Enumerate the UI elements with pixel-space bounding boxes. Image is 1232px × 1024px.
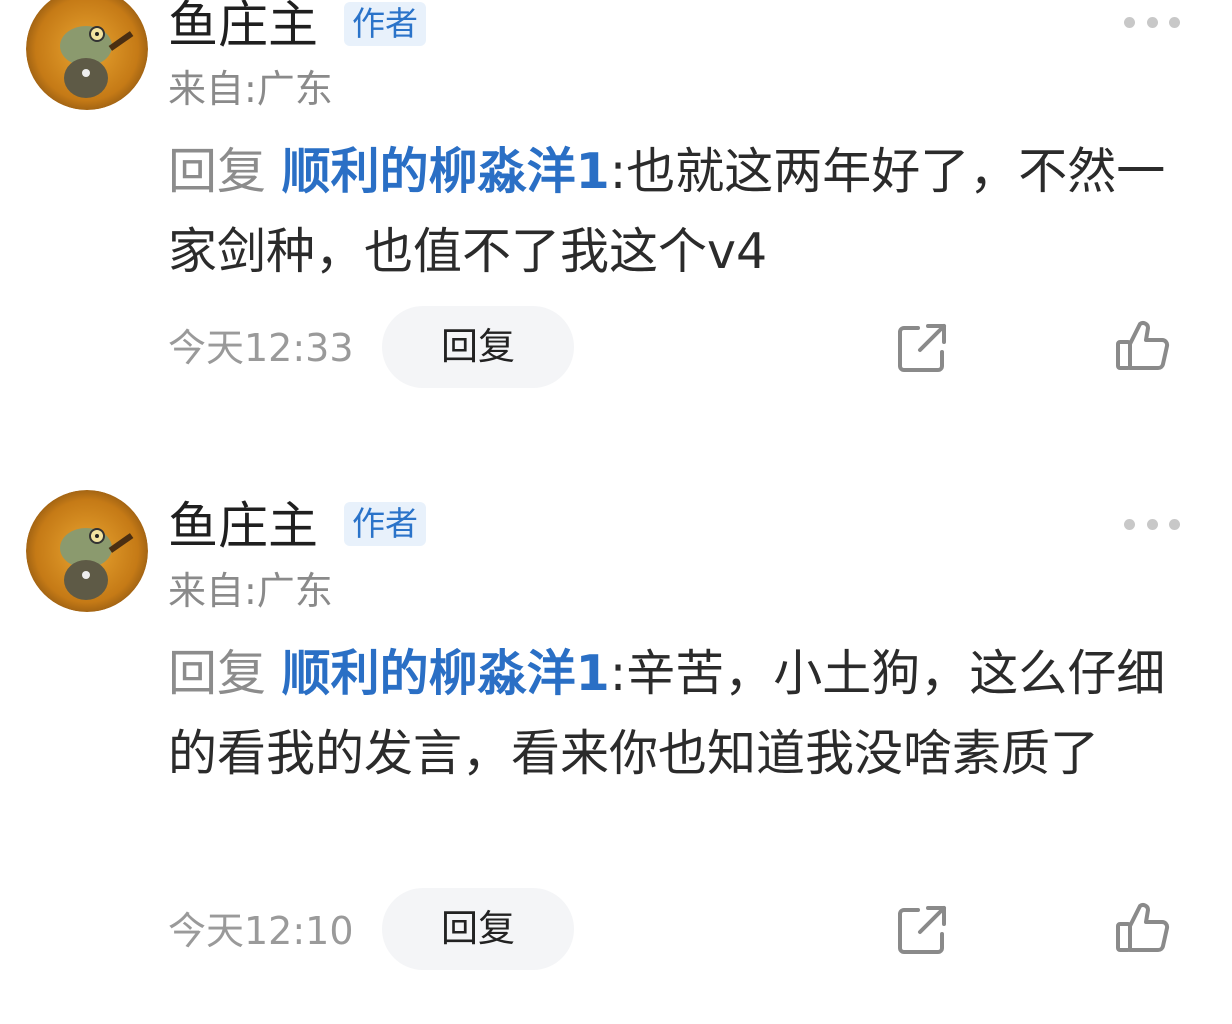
author-name[interactable]: 鱼庄主 [168, 496, 318, 556]
avatar[interactable] [26, 490, 148, 612]
reply-prefix: 回复 [168, 143, 267, 200]
mention-link[interactable]: 顺利的柳淼洋1 [282, 645, 610, 702]
more-dots-icon[interactable] [1124, 16, 1180, 28]
comment-time: 今天12:33 [168, 326, 354, 370]
avatar-image [26, 490, 148, 612]
separator: : [609, 645, 627, 702]
thumbs-up-icon[interactable] [1112, 316, 1172, 376]
comment-item: 鱼庄主 作者 来自:广东 回复 顺利的柳淼洋1:辛苦，小土狗，这么仔细的看我的发… [0, 490, 1232, 1024]
comment-item: 鱼庄主 作者 来自:广东 回复 顺利的柳淼洋1:也就这两年好了，不然一家剑种，也… [0, 0, 1232, 420]
more-dots-icon[interactable] [1124, 518, 1180, 530]
location-label: 来自:广东 [168, 67, 333, 111]
thumbs-up-icon[interactable] [1112, 898, 1172, 958]
mention-link[interactable]: 顺利的柳淼洋1 [282, 143, 610, 200]
reply-button[interactable]: 回复 [382, 306, 574, 388]
location-label: 来自:广东 [168, 569, 333, 613]
reply-prefix: 回复 [168, 645, 267, 702]
avatar-image [26, 0, 148, 110]
comment-body: 回复 顺利的柳淼洋1:也就这两年好了，不然一家剑种，也值不了我这个v4 [168, 132, 1188, 292]
avatar[interactable] [26, 0, 148, 110]
comment-body: 回复 顺利的柳淼洋1:辛苦，小土狗，这么仔细的看我的发言，看来你也知道我没啥素质… [168, 634, 1188, 794]
share-icon[interactable] [892, 900, 952, 960]
separator: : [609, 143, 627, 200]
author-badge: 作者 [344, 502, 426, 546]
reply-button[interactable]: 回复 [382, 888, 574, 970]
comment-time: 今天12:10 [168, 909, 354, 953]
share-icon[interactable] [892, 318, 952, 378]
author-badge: 作者 [344, 2, 426, 46]
author-name[interactable]: 鱼庄主 [168, 0, 318, 55]
